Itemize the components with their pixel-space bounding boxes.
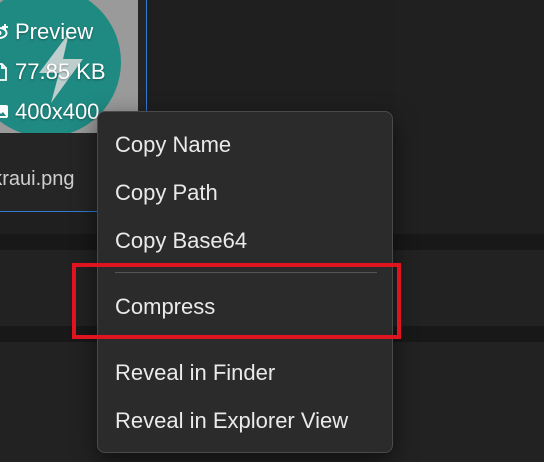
preview-action[interactable]: Preview	[0, 19, 93, 45]
menu-item-copy-path[interactable]: Copy Path	[98, 173, 392, 213]
file-name-label: nakraui.png	[0, 168, 75, 190]
dimensions-value: 400x400	[15, 99, 100, 124]
menu-item-reveal-in-explorer-view[interactable]: Reveal in Explorer View	[98, 401, 392, 441]
file-icon	[0, 63, 7, 81]
file-size-info: 77.85 KB	[0, 59, 106, 85]
context-menu: Copy Name Copy Path Copy Base64 Compress…	[97, 111, 393, 453]
preview-label: Preview	[15, 19, 94, 44]
menu-item-copy-name[interactable]: Copy Name	[98, 125, 392, 165]
editor-area: Preview 77.85 KB 400x400 nakraui.png Cop…	[0, 0, 544, 462]
image-icon	[0, 105, 8, 118]
menu-item-reveal-in-finder[interactable]: Reveal in Finder	[98, 353, 392, 393]
menu-separator	[115, 272, 377, 273]
menu-item-compress[interactable]: Compress	[98, 287, 392, 327]
file-size-value: 77.85 KB	[15, 59, 106, 84]
eye-plus-icon	[0, 24, 8, 39]
background-panel	[394, 0, 544, 234]
menu-item-copy-base64[interactable]: Copy Base64	[98, 221, 392, 261]
dimensions-info: 400x400	[0, 99, 99, 125]
